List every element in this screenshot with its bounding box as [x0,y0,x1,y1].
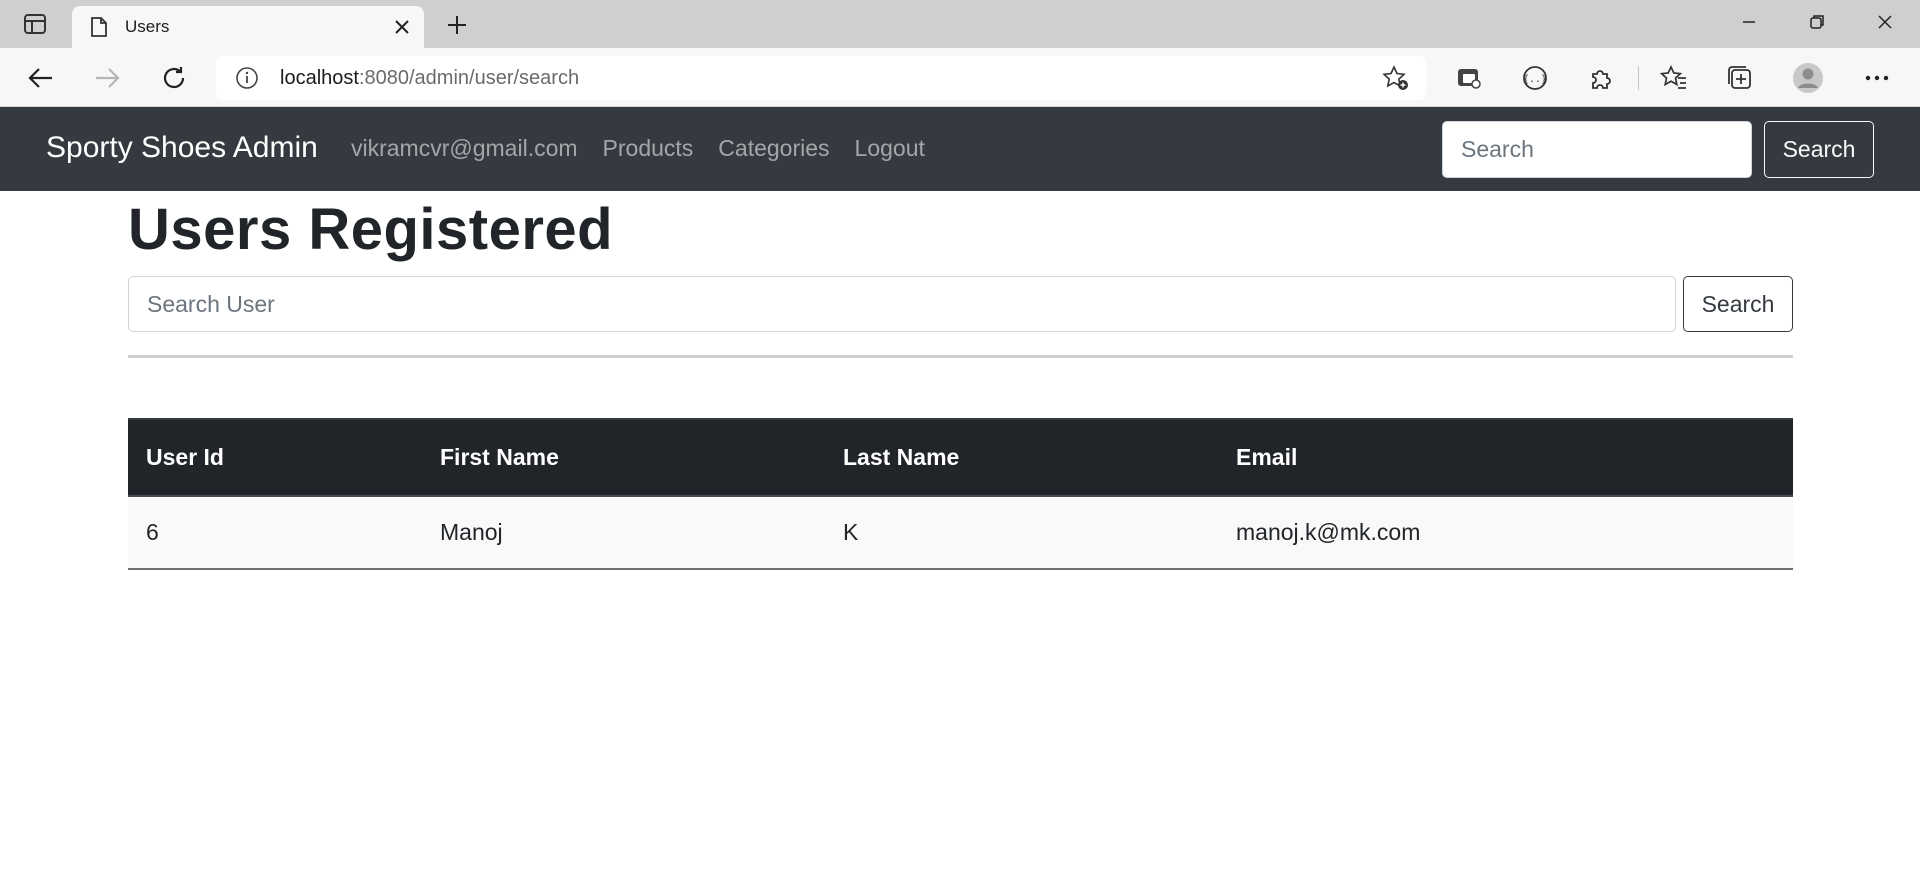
close-window-icon[interactable] [1852,0,1918,44]
toolbar-divider [1638,66,1639,90]
column-header-user-id: User Id [128,418,422,497]
minimize-icon[interactable] [1716,0,1782,44]
column-header-first-name: First Name [422,418,825,497]
brand-link[interactable]: Sporty Shoes Admin [46,131,318,165]
nav-link-categories[interactable]: Categories [718,135,829,162]
reload-icon[interactable] [157,61,191,95]
table-header-row: User Id First Name Last Name Email [128,418,1793,497]
column-header-email: Email [1218,418,1793,497]
back-icon[interactable] [24,61,58,95]
cell-first-name: Manoj [440,519,503,545]
browser-toolbar: localhost:8080/admin/user/search {..} [0,48,1920,107]
nav-link-logout[interactable]: Logout [855,135,925,162]
json-viewer-icon[interactable]: {..} [1518,61,1552,95]
tab-close-icon[interactable] [388,13,416,41]
tab-actions-icon[interactable] [20,12,50,36]
nav-link-user-email[interactable]: vikramcvr@gmail.com [351,135,578,162]
page-title: Users Registered [128,197,614,262]
navbar-search-button[interactable]: Search [1764,121,1874,178]
column-header-last-name: Last Name [825,418,1218,497]
divider [128,355,1793,358]
cell-email: manoj.k@mk.com [1236,519,1421,545]
forward-icon[interactable] [90,61,124,95]
svg-text:{..}: {..} [1523,74,1547,85]
user-search-input[interactable] [128,276,1676,332]
extensions-icon[interactable] [1584,61,1618,95]
table-row: 6 Manoj K manoj.k@mk.com [128,496,1793,569]
cell-user-id: 6 [146,519,159,545]
restore-icon[interactable] [1784,0,1850,44]
new-tab-icon[interactable] [440,10,474,40]
cell-last-name: K [843,519,859,545]
user-search-button[interactable]: Search [1683,276,1793,332]
navbar-search-input[interactable] [1442,121,1752,178]
site-info-icon[interactable] [234,65,260,91]
page-icon [89,16,109,38]
media-extension-icon[interactable] [1452,61,1486,95]
address-bar[interactable]: localhost:8080/admin/user/search [216,56,1426,100]
favorites-icon[interactable] [1657,61,1691,95]
url-text: localhost:8080/admin/user/search [280,66,580,89]
browser-tabstrip: Users [0,0,1920,48]
site-navbar: Sporty Shoes Admin vikramcvr@gmail.com P… [0,107,1920,191]
add-favorite-icon[interactable] [1380,62,1412,94]
more-menu-icon[interactable] [1860,61,1894,95]
tab-title: Users [125,17,170,36]
collections-icon[interactable] [1723,61,1757,95]
users-table: User Id First Name Last Name Email 6 Man… [128,418,1793,570]
nav-link-products[interactable]: Products [603,135,694,162]
browser-tab-active[interactable]: Users [72,6,424,48]
nav-links: vikramcvr@gmail.com Products Categories … [351,135,925,162]
profile-avatar-icon[interactable] [1791,61,1825,95]
